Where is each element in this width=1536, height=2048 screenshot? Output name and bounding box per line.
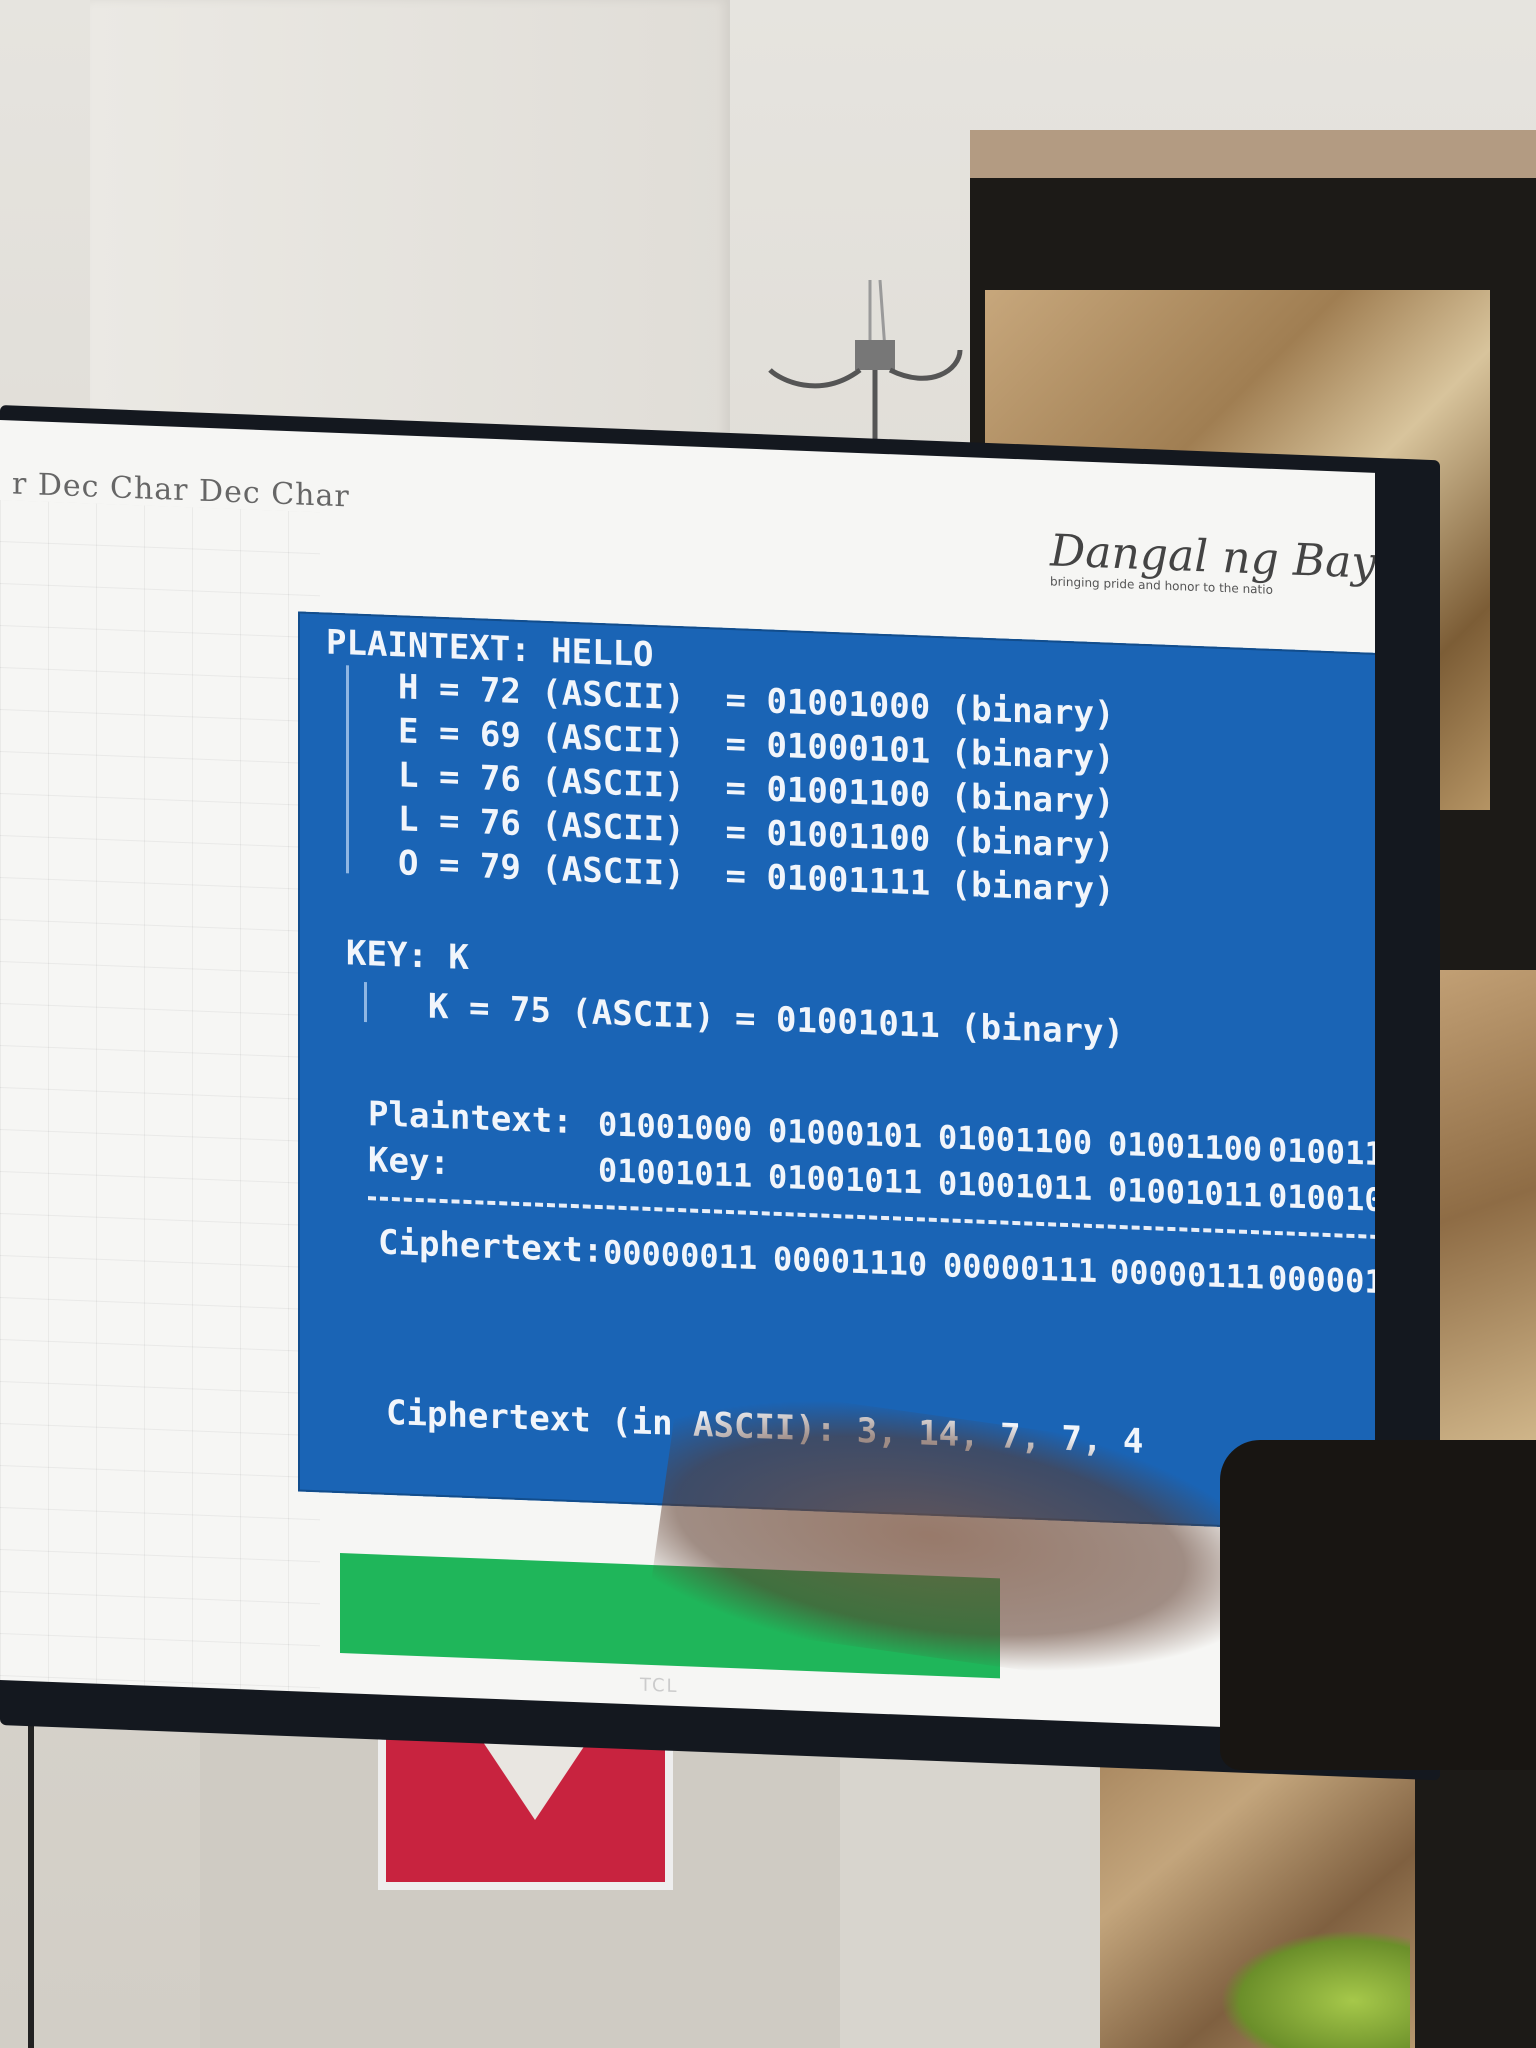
ciphertext-bits-cell: 00000100 (1268, 1258, 1375, 1303)
key-line: K = 75 (ASCII) = 01001011 (binary) (428, 986, 1124, 1054)
green-leaf (1220, 1930, 1410, 2048)
key-bits-cell: 01001011 (1268, 1176, 1375, 1221)
xor-cipher-panel: PLAINTEXT: HELLO H = 72 (ASCII) = 010010… (298, 611, 1375, 1535)
plaintext-bits-cell: 01000101 (768, 1111, 923, 1156)
ascii-table-grid (0, 500, 320, 1693)
monitor-brand-logo: TCL (640, 1674, 679, 1698)
plaintext-bits-cell: 01001100 (938, 1118, 1093, 1162)
ciphertext-bits-label: Ciphertext: (378, 1222, 604, 1272)
key-bits-cell: 01001011 (938, 1164, 1093, 1208)
power-cable (28, 1720, 34, 2048)
plaintext-bits-cell: 01001111 (1268, 1130, 1375, 1175)
plaintext-bracket (346, 665, 349, 874)
key-bits-cell: 01001011 (598, 1150, 753, 1195)
key-heading: KEY: K (346, 933, 469, 979)
key-bits-label: Key: (368, 1140, 450, 1184)
plaintext-heading: PLAINTEXT: HELLO (326, 622, 654, 676)
plaintext-bits-cell: 01001000 (598, 1104, 753, 1149)
ciphertext-bits-cell: 00000011 (603, 1233, 758, 1278)
door-lintel (970, 130, 1536, 178)
plaintext-bits-label: Plaintext: (368, 1094, 573, 1143)
slide-logo: Dangal ng Bayan bringing pride and honor… (1050, 525, 1375, 601)
presenter-sleeve (1220, 1440, 1536, 1770)
key-bracket (364, 981, 367, 1023)
plaintext-bits-cell: 01001100 (1108, 1124, 1263, 1169)
ciphertext-bits-cell: 00000111 (1110, 1252, 1265, 1297)
ciphertext-bits-cell: 00001110 (773, 1239, 928, 1284)
ciphertext-bits-cell: 00000111 (943, 1246, 1098, 1291)
wall-cable-icon (768, 280, 963, 450)
key-bits-cell: 01001011 (768, 1157, 923, 1202)
key-bits-cell: 01001011 (1108, 1170, 1263, 1215)
